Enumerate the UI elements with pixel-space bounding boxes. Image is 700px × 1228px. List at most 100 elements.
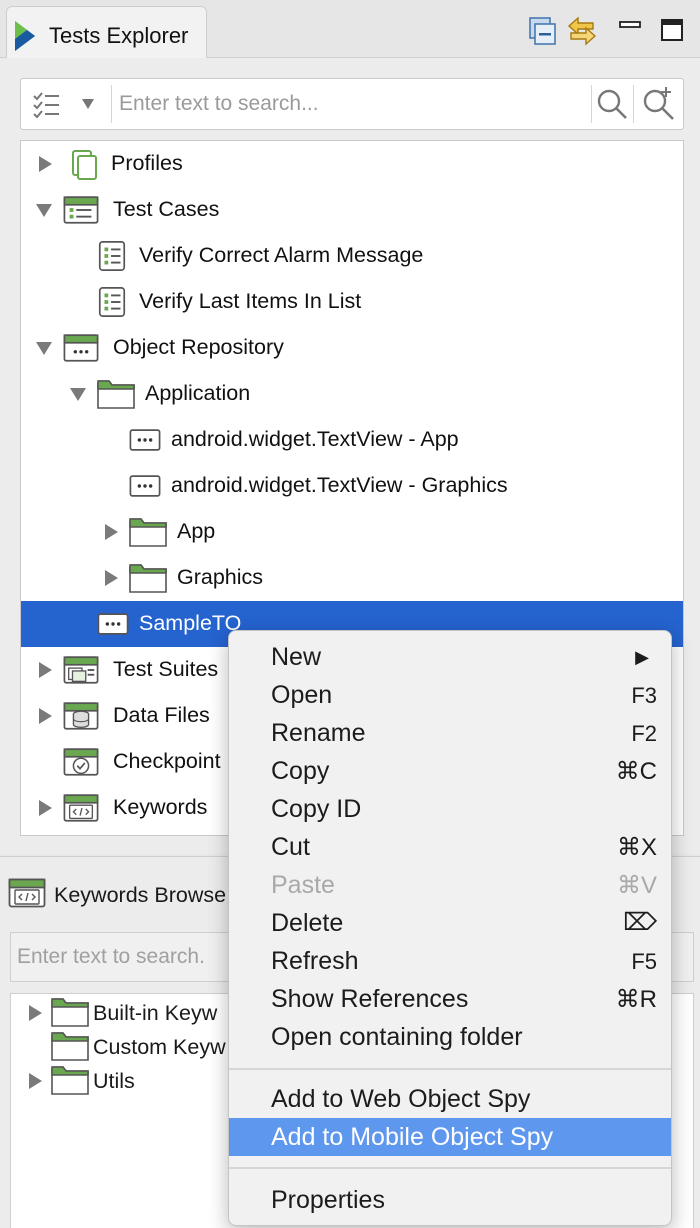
test-object-icon (129, 427, 161, 453)
menu-item-add-to-mobile-object-spy[interactable]: Add to Mobile Object Spy (229, 1118, 671, 1156)
tree-item-object-repository[interactable]: Object Repository (21, 325, 683, 371)
menu-item-label: Add to Web Object Spy (271, 1085, 531, 1113)
menu-item-refresh[interactable]: Refresh F5 (229, 942, 671, 980)
expand-arrow-icon[interactable] (37, 707, 53, 725)
advanced-search-icon[interactable] (639, 85, 677, 123)
menu-item-copy-id[interactable]: Copy ID (229, 790, 671, 828)
collapse-arrow-icon[interactable] (35, 202, 53, 218)
explorer-search-input[interactable] (119, 85, 589, 123)
tree-label: Profiles (111, 151, 183, 175)
menu-item-shortcut: F3 (631, 683, 657, 708)
maximize-icon[interactable] (656, 14, 688, 48)
object-repository-icon (63, 332, 99, 364)
tree-label: Application (145, 381, 251, 405)
profiles-icon (72, 150, 97, 180)
collapse-arrow-icon[interactable] (35, 340, 53, 356)
menu-item-add-to-web-object-spy[interactable]: Add to Web Object Spy (229, 1080, 671, 1118)
keywords-browser-icon (8, 877, 46, 909)
submenu-arrow-icon: ▶ (635, 647, 649, 667)
katalon-logo-icon (15, 21, 35, 51)
collapse-all-icon[interactable] (526, 14, 558, 48)
search-icon[interactable] (595, 87, 629, 121)
tree-label: Keywords (113, 795, 208, 819)
menu-item-open-containing-folder[interactable]: Open containing folder (229, 1018, 671, 1056)
menu-item-properties[interactable]: Properties (229, 1181, 671, 1219)
menu-item-cut[interactable]: Cut ⌘X (229, 828, 671, 866)
collapse-arrow-icon[interactable] (69, 386, 87, 402)
menu-item-label: Rename (271, 719, 366, 747)
tree-item-test-object[interactable]: android.widget.TextView - Graphics (21, 463, 683, 509)
folder-icon (51, 996, 89, 1028)
menu-item-label: New (271, 643, 322, 671)
minimize-icon[interactable] (614, 14, 646, 48)
filter-dropdown-icon[interactable] (81, 98, 95, 110)
expand-arrow-icon[interactable] (37, 661, 53, 679)
menu-item-delete[interactable]: Delete ⌦ (229, 904, 671, 942)
menu-item-rename[interactable]: Rename F2 (229, 714, 671, 752)
explorer-tab-bar: Tests Explorer (0, 0, 700, 59)
checkpoints-icon (63, 746, 99, 778)
menu-item-label: Properties (271, 1186, 385, 1214)
menu-item-shortcut: ⌘V (616, 872, 657, 899)
menu-item-label: Delete (271, 909, 344, 937)
menu-item-label: Paste (271, 871, 335, 899)
folder-icon (97, 378, 135, 410)
menu-item-shortcut: ⌘X (616, 834, 657, 861)
menu-item-label: Copy (271, 757, 330, 785)
test-suites-icon (63, 654, 99, 686)
menu-item-paste[interactable]: Paste ⌘V (229, 866, 671, 904)
menu-item-label: Open (271, 681, 333, 709)
tree-label: android.widget.TextView - Graphics (171, 473, 508, 497)
menu-item-shortcut: ⌘C (615, 758, 657, 785)
menu-item-open[interactable]: Open F3 (229, 676, 671, 714)
tree-item-application-folder[interactable]: Application (21, 371, 683, 417)
tab-tests-explorer[interactable]: Tests Explorer (6, 6, 207, 59)
tree-item-test-case[interactable]: Verify Last Items In List (21, 279, 683, 325)
tree-item-test-cases[interactable]: Test Cases (21, 187, 683, 233)
tree-label: App (177, 519, 216, 543)
expand-arrow-icon[interactable] (27, 1004, 43, 1022)
data-files-icon (63, 700, 99, 732)
tree-label: SampleTO (139, 611, 242, 635)
keywords-browser-title: Keywords Browse (54, 883, 227, 907)
menu-separator (229, 1167, 671, 1169)
menu-item-label: Open containing folder (271, 1023, 523, 1051)
delete-key-icon: ⌦ (623, 909, 657, 936)
menu-item-shortcut: F2 (631, 721, 657, 746)
link-with-editor-icon[interactable] (566, 14, 598, 48)
tree-item-test-object[interactable]: android.widget.TextView - App (21, 417, 683, 463)
menu-item-shortcut: ⌘R (615, 986, 657, 1013)
menu-item-label: Cut (271, 833, 310, 861)
tree-label: Object Repository (113, 335, 284, 359)
expand-arrow-icon[interactable] (103, 569, 119, 587)
filter-checklist-icon[interactable] (31, 89, 61, 119)
folder-icon (129, 516, 167, 548)
tree-label: Utils (93, 1069, 135, 1093)
menu-item-show-references[interactable]: Show References ⌘R (229, 980, 671, 1018)
test-cases-folder-icon (63, 194, 99, 226)
expand-arrow-icon[interactable] (37, 799, 53, 817)
tree-label: Test Suites (113, 657, 219, 681)
tree-label: Custom Keyw (93, 1035, 226, 1059)
tree-label: Data Files (113, 703, 210, 727)
expand-arrow-icon[interactable] (27, 1072, 43, 1090)
expand-arrow-icon[interactable] (37, 155, 53, 173)
test-object-icon (97, 611, 129, 637)
menu-item-copy[interactable]: Copy ⌘C (229, 752, 671, 790)
test-object-icon (129, 473, 161, 499)
menu-item-label: Show References (271, 985, 469, 1013)
menu-item-shortcut: F5 (631, 949, 657, 974)
tree-label: Checkpoint (113, 749, 221, 773)
folder-icon (129, 562, 167, 594)
tree-item-test-case[interactable]: Verify Correct Alarm Message (21, 233, 683, 279)
tree-item-app-folder[interactable]: App (21, 509, 683, 555)
test-case-icon (97, 240, 127, 272)
expand-arrow-icon[interactable] (103, 523, 119, 541)
tree-label: Verify Correct Alarm Message (139, 243, 424, 267)
menu-item-label: Add to Mobile Object Spy (271, 1123, 554, 1151)
tree-label: Built-in Keyw (93, 1001, 218, 1025)
menu-item-new[interactable]: New ▶ (229, 638, 671, 676)
menu-item-label: Copy ID (271, 795, 362, 823)
tree-item-profiles[interactable]: Profiles (21, 141, 683, 187)
tree-item-graphics-folder[interactable]: Graphics (21, 555, 683, 601)
